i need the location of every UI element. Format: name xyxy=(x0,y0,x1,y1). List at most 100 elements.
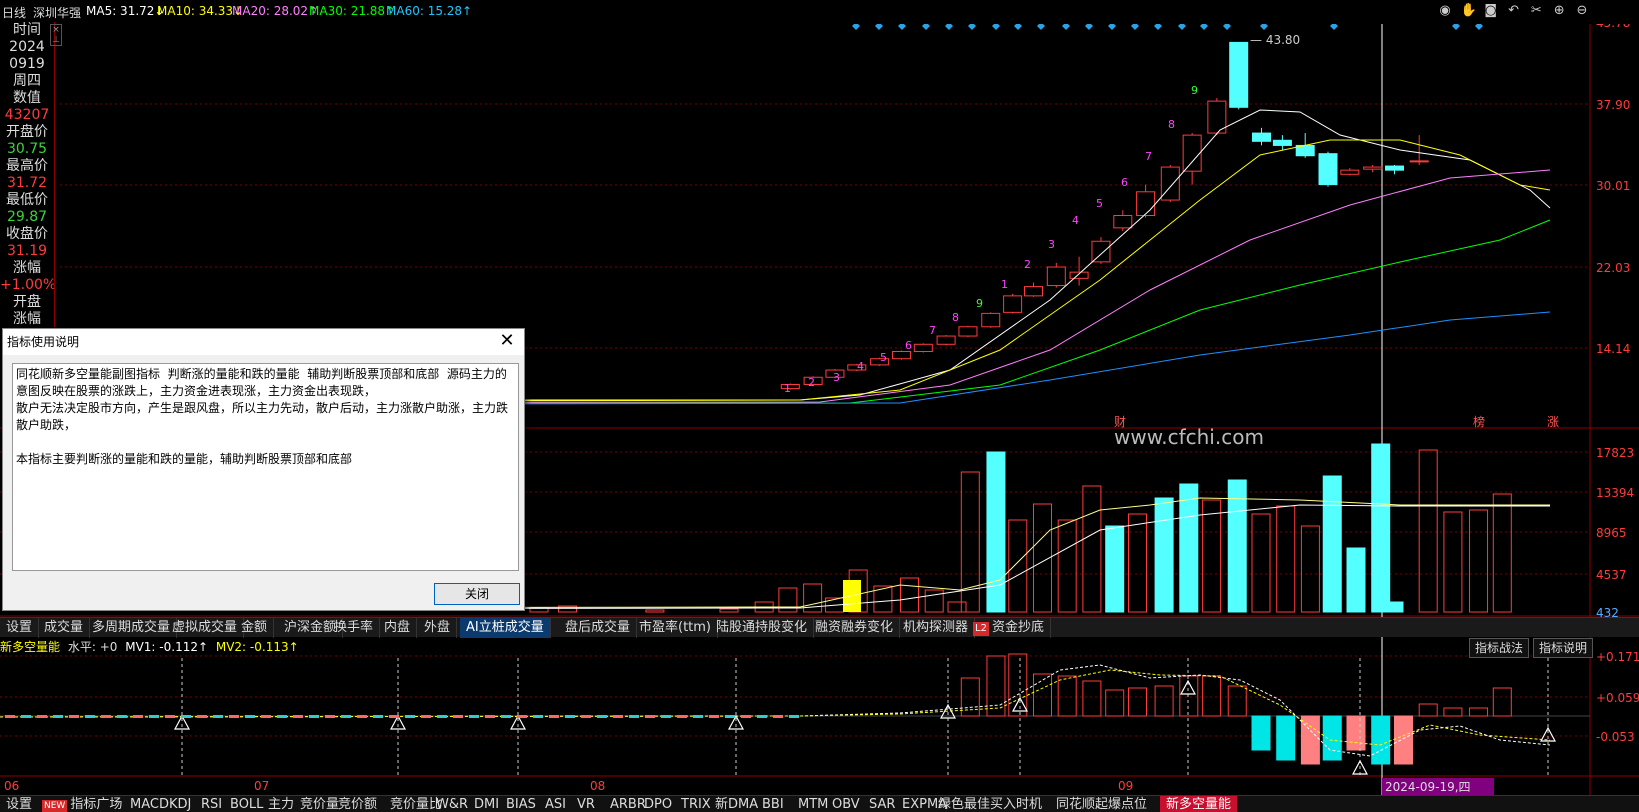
volume-tab[interactable]: 多周期成交量 xyxy=(86,618,178,638)
value-number: 43207 xyxy=(4,107,50,123)
indicator-tab-label: MTM xyxy=(798,797,829,812)
indicator-tick-bar xyxy=(773,715,783,718)
indicator-tab-label: 新DMA xyxy=(715,797,759,812)
undo-icon[interactable]: ↶ xyxy=(1507,4,1521,18)
indicator-tab[interactable]: BBI xyxy=(756,796,790,812)
volume-tab[interactable]: 机构探测器 xyxy=(897,618,976,638)
volume-tab-label: 设置 xyxy=(6,620,33,635)
dialog-close-icon[interactable]: ✕ xyxy=(498,332,516,350)
indicator-tab[interactable]: 设置 xyxy=(0,796,38,812)
ma10-label: MA10: 34.33↓ xyxy=(157,4,244,18)
scissors-icon[interactable]: ✂ xyxy=(1529,4,1543,18)
candle-body xyxy=(1113,214,1133,229)
price-tick-label: 37.90 xyxy=(1596,98,1630,112)
indicator-explain-button[interactable]: 指标说明 xyxy=(1533,638,1594,658)
indicator-tab[interactable]: DPO xyxy=(638,796,678,812)
indicator-tick-bar xyxy=(533,715,543,718)
indicator-tick-bar xyxy=(213,715,223,718)
indicator-tick-bar xyxy=(629,715,639,718)
indicator-tick-bar xyxy=(53,715,63,718)
indicator-tick-bar xyxy=(501,715,511,718)
indicator-bar xyxy=(1346,715,1366,751)
volume-tab[interactable]: AI立桩成交量 xyxy=(460,618,551,638)
indicator-tick-bar xyxy=(85,715,95,718)
sequence-label: 1 xyxy=(1001,278,1008,291)
volume-bar xyxy=(1008,519,1028,613)
indicator-tick-bar xyxy=(757,715,767,718)
indicator-tab[interactable]: 绿色最佳买入时机 xyxy=(932,796,1048,812)
month-tick-label: 06 xyxy=(4,779,19,793)
volume-tab[interactable]: 成交量 xyxy=(38,618,91,638)
indicator-tab[interactable]: 同花顺起爆点位 xyxy=(1050,796,1153,812)
candle-body xyxy=(1385,165,1404,171)
indicator-tab[interactable]: 新多空量能 xyxy=(1160,796,1238,812)
indicator-tick-bar xyxy=(709,715,719,718)
indicator-tab[interactable]: BIAS xyxy=(500,796,542,812)
volume-tab[interactable]: 换手率 xyxy=(328,618,381,638)
volume-bar xyxy=(1057,519,1077,613)
volume-tab-label: 外盘 xyxy=(424,620,451,635)
dialog-close-button[interactable]: 关闭 xyxy=(434,583,520,605)
time-label: 时间 xyxy=(13,22,41,38)
stock-name: 深圳华强 xyxy=(33,6,82,20)
indicator-bar xyxy=(1276,715,1296,761)
period-label[interactable]: 日线 xyxy=(2,4,26,21)
indicator-tick-bar xyxy=(21,715,31,718)
indicator-tick-bar xyxy=(245,715,255,718)
low-value: 29.87 xyxy=(6,209,48,225)
indicator-tick-bar xyxy=(485,715,495,718)
indicator-tab[interactable]: NEW 指标广场 xyxy=(36,796,128,812)
volume-tab[interactable]: 融资融券变化 xyxy=(809,618,901,638)
volume-tab[interactable]: 内盘 xyxy=(378,618,418,638)
volume-tab[interactable]: 虚拟成交量 xyxy=(166,618,245,638)
sequence-label: 4 xyxy=(857,360,864,373)
zoom-in-icon[interactable]: ⊕ xyxy=(1552,4,1566,18)
indicator-tick-bar xyxy=(309,715,319,718)
indicator-mv2: MV2: -0.113↑ xyxy=(215,640,299,654)
volume-tab-label: 换手率 xyxy=(334,620,374,635)
volume-tab[interactable]: 金额 xyxy=(235,618,275,638)
volume-tab[interactable]: L2 资金抄底 xyxy=(967,618,1051,638)
indicator-tick-label: +0.171 xyxy=(1596,650,1639,664)
close-value: 31.19 xyxy=(6,243,48,259)
info-panel-close-icon[interactable]: × ⊥ xyxy=(50,24,62,46)
dialog-body: 同花顺新多空量能副图指标 判断涨的量能和跌的量能 辅助判断股票顶部和底部 源码主… xyxy=(12,363,519,571)
indicator-tab[interactable]: VR xyxy=(571,796,601,812)
volume-tab[interactable]: 盘后成交量 xyxy=(559,618,638,638)
indicator-tab[interactable]: ASI xyxy=(539,796,572,812)
indicator-tick-bar xyxy=(725,715,735,718)
indicator-tick-bar xyxy=(277,715,287,718)
indicator-tab[interactable]: 竞价额 xyxy=(332,796,383,812)
value-label: 数值 xyxy=(13,90,41,106)
zoom-out-icon[interactable]: ⊖ xyxy=(1575,4,1589,18)
indicator-tab-label: KDJ xyxy=(169,797,192,812)
volume-tab[interactable]: 外盘 xyxy=(418,618,458,638)
candle-body xyxy=(913,343,933,353)
indicator-tick-label: -0.053 xyxy=(1596,730,1635,744)
signal-triangle xyxy=(1539,726,1557,742)
volume-bar xyxy=(1202,499,1222,613)
volume-bar xyxy=(1227,479,1247,613)
volume-tick-label: 17823 xyxy=(1596,446,1634,460)
volume-tab[interactable]: 陆股通持股变化 xyxy=(710,618,815,638)
indicator-tick-bar xyxy=(325,715,335,718)
indicator-strategy-button[interactable]: 指标战法 xyxy=(1469,638,1530,658)
candle-body xyxy=(1182,134,1202,172)
candle-body xyxy=(958,326,978,337)
indicator-tick-bar xyxy=(5,715,15,718)
indicator-bar xyxy=(1418,703,1438,717)
candle-body xyxy=(1069,271,1089,279)
indicator-tick-bar xyxy=(677,715,687,718)
eye-icon[interactable]: ◉ xyxy=(1438,4,1452,18)
volume-tab[interactable]: 设置 xyxy=(0,618,40,638)
indicator-tab-label: TRIX xyxy=(681,797,711,812)
volume-tab[interactable]: 市盈率(ttm) xyxy=(633,618,719,638)
indicator-tick-bar xyxy=(165,715,175,718)
indicator-tab[interactable]: OBV xyxy=(826,796,866,812)
candle-body xyxy=(891,351,911,360)
record-icon[interactable]: ◙ xyxy=(1484,4,1498,18)
hand-icon[interactable]: ✋ xyxy=(1461,4,1477,18)
close-label: 收盘价 xyxy=(6,226,48,242)
indicator-tick-bar xyxy=(69,715,79,718)
indicator-tab[interactable]: KDJ xyxy=(163,796,197,812)
